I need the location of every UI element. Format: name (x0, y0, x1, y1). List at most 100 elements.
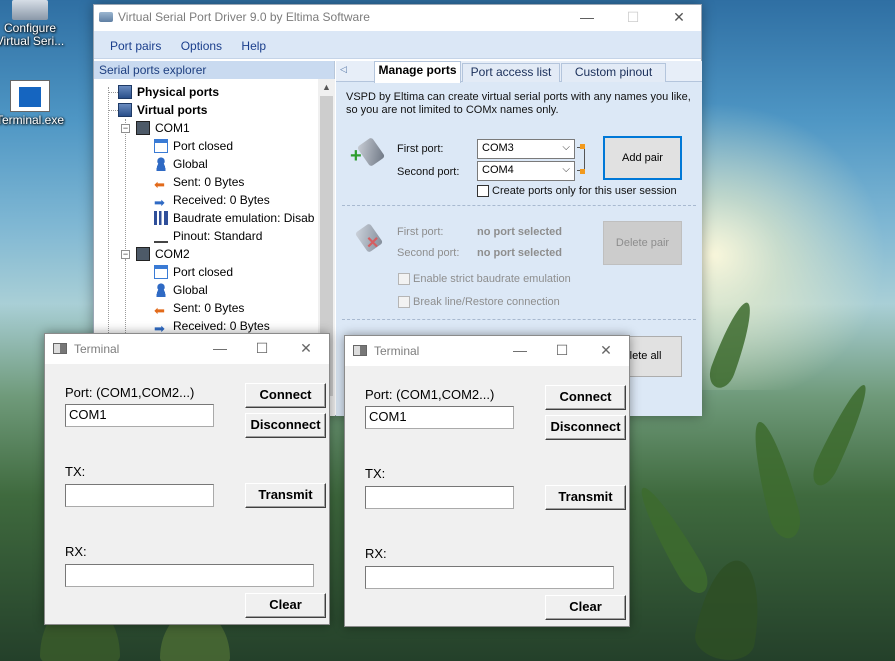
close-button[interactable]: ✕ (656, 5, 702, 31)
connect-button[interactable]: Connect (545, 385, 626, 410)
rx-output[interactable] (65, 564, 314, 587)
user-session-label: Create ports only for this user session (492, 185, 677, 197)
menu-bar: Port pairs Options Help (94, 31, 701, 59)
tx-label: TX: (365, 466, 386, 481)
tx-input[interactable] (365, 486, 514, 509)
collapse-icon[interactable]: − (121, 124, 130, 133)
window-icon (154, 139, 168, 153)
strict-baudrate-checkbox[interactable] (398, 273, 410, 285)
tx-label: TX: (65, 464, 86, 479)
tree-label: Global (173, 157, 208, 171)
maximize-button[interactable]: ☐ (610, 5, 656, 31)
disconnect-button[interactable]: Disconnect (545, 415, 626, 440)
tree-item-com2[interactable]: COM2 (136, 245, 190, 263)
disconnect-button[interactable]: Disconnect (245, 413, 326, 438)
user-session-checkbox[interactable] (477, 185, 489, 197)
title-bar: Terminal — ☐ ✕ (45, 334, 329, 364)
tab-scroll-left-icon[interactable]: ◁ (340, 64, 347, 75)
tree-item-pinout[interactable]: Pinout: Standard (154, 227, 262, 245)
menu-help[interactable]: Help (241, 39, 266, 53)
delete-second-port-label: Second port: (397, 247, 460, 259)
tab-manage-ports[interactable]: Manage ports (374, 61, 461, 83)
tree-label: Global (173, 283, 208, 297)
app-icon (99, 12, 113, 22)
explorer-header: Serial ports explorer (94, 61, 334, 79)
break-line-checkbox[interactable] (398, 296, 410, 308)
terminal-exe-icon (10, 80, 50, 112)
scroll-up-icon[interactable]: ▲ (318, 79, 335, 96)
transmit-button[interactable]: Transmit (545, 485, 626, 510)
pair-dot (580, 144, 585, 149)
tree-label: Received: 0 Bytes (173, 193, 270, 207)
close-button[interactable]: ✕ (285, 334, 327, 364)
menu-options[interactable]: Options (181, 39, 222, 53)
second-port-combo[interactable]: COM4 ⌵ (477, 161, 575, 181)
divider (342, 319, 696, 320)
tree-item-port-status[interactable]: Port closed (154, 137, 233, 155)
chevron-down-icon: ⌵ (562, 142, 570, 153)
pair-bracket (577, 147, 585, 171)
menu-port-pairs[interactable]: Port pairs (110, 39, 161, 53)
tree-item-scope[interactable]: Global (154, 281, 208, 299)
terminal-icon (53, 343, 67, 354)
port-label: Port: (COM1,COM2...) (65, 385, 195, 400)
clear-button[interactable]: Clear (245, 593, 326, 618)
tree-item-physical-ports[interactable]: Physical ports (118, 83, 219, 101)
tree-item-baudrate[interactable]: Baudrate emulation: Disab (154, 209, 314, 227)
computer-icon (118, 103, 132, 117)
desktop-icon-label: Configure Virtual Seri... (0, 21, 65, 48)
first-port-combo[interactable]: COM3 ⌵ (477, 139, 575, 159)
delete-pair-button[interactable]: Delete pair (603, 221, 682, 265)
title-bar: Terminal — ☐ ✕ (345, 336, 629, 366)
transmit-button[interactable]: Transmit (245, 483, 326, 508)
second-port-label: Second port: (397, 166, 460, 178)
terminal-icon (353, 345, 367, 356)
tab-port-access-list[interactable]: Port access list (462, 63, 560, 82)
window-title: Virtual Serial Port Driver 9.0 by Eltima… (118, 10, 370, 24)
rx-label: RX: (65, 544, 87, 559)
desktop-icon-label: Terminal.exe (0, 113, 65, 127)
window-title: Terminal (374, 344, 420, 358)
maximize-button[interactable]: ☐ (541, 336, 583, 366)
minimize-button[interactable]: — (499, 336, 541, 366)
add-pair-icon: + (350, 137, 386, 168)
tree-item-scope[interactable]: Global (154, 155, 208, 173)
wallpaper-leaf (631, 481, 715, 599)
minimize-button[interactable]: — (564, 5, 610, 31)
tree-label: Virtual ports (137, 103, 208, 117)
desktop-icon-configure[interactable]: Configure Virtual Seri... (0, 0, 70, 48)
collapse-icon[interactable]: − (121, 250, 130, 259)
tree-item-virtual-ports[interactable]: Virtual ports (118, 101, 207, 119)
window-title: Terminal (74, 342, 120, 356)
tx-input[interactable] (65, 484, 214, 507)
port-label: Port: (COM1,COM2...) (365, 387, 495, 402)
port-input[interactable]: COM1 (365, 406, 514, 429)
delete-first-port-value: no port selected (477, 226, 562, 238)
delete-pair-icon: ✕ (348, 223, 384, 256)
connect-button[interactable]: Connect (245, 383, 326, 408)
tree-label: Sent: 0 Bytes (173, 301, 245, 315)
maximize-button[interactable]: ☐ (241, 334, 283, 364)
pinout-icon (154, 229, 168, 243)
clear-button[interactable]: Clear (545, 595, 626, 620)
add-pair-button[interactable]: Add pair (603, 136, 682, 180)
tree-item-sent[interactable]: ⬅ Sent: 0 Bytes (154, 299, 245, 318)
arrow-right-icon: ➡ (154, 195, 165, 210)
serial-port-icon (136, 121, 150, 135)
tab-custom-pinout[interactable]: Custom pinout (561, 63, 666, 82)
first-port-label: First port: (397, 143, 444, 155)
port-input[interactable]: COM1 (65, 404, 214, 427)
close-button[interactable]: ✕ (585, 336, 627, 366)
tree-label: Received: 0 Bytes (173, 319, 270, 333)
rx-output[interactable] (365, 566, 614, 589)
tree-item-sent[interactable]: ⬅ Sent: 0 Bytes (154, 173, 244, 192)
tree-item-port-status[interactable]: Port closed (154, 263, 233, 281)
minimize-button[interactable]: — (199, 334, 241, 364)
tree-item-received[interactable]: ➡ Received: 0 Bytes (154, 191, 270, 210)
tree-item-com1[interactable]: COM1 (136, 119, 190, 137)
combo-value: COM3 (482, 142, 514, 154)
strict-baudrate-label: Enable strict baudrate emulation (413, 273, 571, 285)
tree-line (125, 119, 126, 259)
combo-value: COM4 (482, 164, 514, 176)
desktop-icon-terminal[interactable]: Terminal.exe (0, 80, 70, 127)
